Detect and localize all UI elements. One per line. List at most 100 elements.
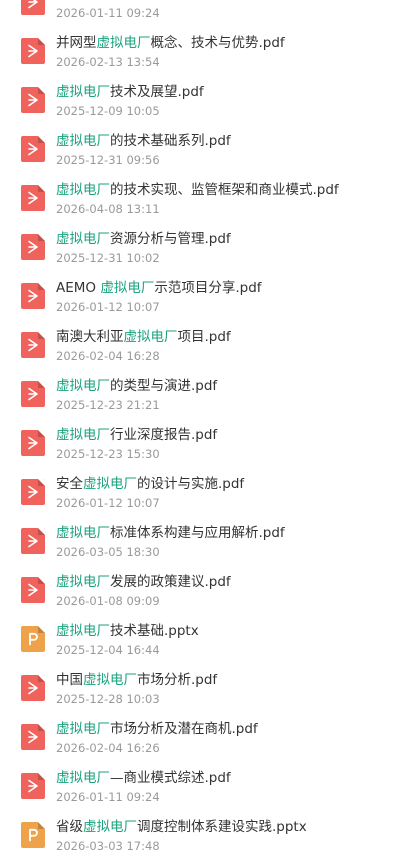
search-highlight: 虚拟电厂 — [56, 427, 110, 443]
file-date: 2026-01-08 09:09 — [56, 594, 160, 608]
pdf-file-icon — [21, 136, 45, 162]
file-name-suffix: 项目.pdf — [177, 329, 231, 345]
file-name: 安全虚拟电厂的设计与实施.pdf — [56, 475, 244, 493]
file-date: 2025-12-31 09:56 — [56, 153, 160, 167]
file-list-item[interactable]: 中国虚拟电厂市场分析.pdf 2025-12-28 10:03 — [0, 666, 415, 715]
file-list-item[interactable]: 虚拟电厂发展的政策建议.pdf 2026-01-08 09:09 — [0, 568, 415, 617]
file-name-suffix: 技术基础.pptx — [110, 623, 199, 639]
pdf-file-icon — [21, 577, 45, 603]
file-name: 虚拟电厂标准体系构建与应用解析.pdf — [56, 524, 285, 542]
file-date: 2026-02-04 16:28 — [56, 349, 160, 363]
file-list-item[interactable]: 虚拟电厂的技术实现、监管框架和商业模式.pdf 2026-04-08 13:11 — [0, 176, 415, 225]
file-date: 2025-12-04 16:44 — [56, 643, 160, 657]
file-list-item[interactable]: 虚拟电厂—商业模式综述.pdf 2026-01-11 09:24 — [0, 764, 415, 813]
search-highlight: 虚拟电厂 — [56, 623, 110, 639]
file-name-suffix: 市场分析.pdf — [137, 672, 218, 688]
pdf-file-icon — [21, 0, 45, 15]
file-list-item[interactable]: 省级虚拟电厂调度控制体系建设实践.pptx 2026-03-03 17:48 — [0, 813, 415, 862]
file-name-prefix: 安全 — [56, 476, 83, 492]
search-highlight: 虚拟电厂 — [56, 770, 110, 786]
file-list-item[interactable]: AEMO 虚拟电厂示范项目分享.pdf 2026-01-12 10:07 — [0, 274, 415, 323]
file-date: 2026-01-11 09:24 — [56, 6, 160, 20]
pdf-file-icon — [21, 724, 45, 750]
file-name-suffix: 标准体系构建与应用解析.pdf — [110, 525, 285, 541]
file-list-item[interactable]: 虚拟电厂市场分析及潜在商机.pdf 2026-02-04 16:26 — [0, 715, 415, 764]
file-name-suffix: 的类型与演进.pdf — [110, 378, 218, 394]
file-date: 2026-04-08 13:11 — [56, 202, 160, 216]
file-name-suffix: 的设计与实施.pdf — [137, 476, 245, 492]
pptx-file-icon — [21, 626, 45, 652]
file-name: 虚拟电厂行业深度报告.pdf — [56, 426, 217, 444]
file-name: 中国虚拟电厂市场分析.pdf — [56, 671, 217, 689]
search-highlight: 虚拟电厂 — [56, 133, 110, 149]
search-highlight: 虚拟电厂 — [56, 721, 110, 737]
file-name-prefix: 并网型 — [56, 35, 97, 51]
file-name: 省级虚拟电厂调度控制体系建设实践.pptx — [56, 818, 307, 836]
search-highlight: 虚拟电厂 — [83, 672, 137, 688]
pdf-file-icon — [21, 185, 45, 211]
file-name-suffix: 的技术基础系列.pdf — [110, 133, 231, 149]
file-name-suffix: 调度控制体系建设实践.pptx — [137, 819, 307, 835]
file-date: 2026-02-13 13:54 — [56, 55, 160, 69]
file-name-suffix: 示范项目分享.pdf — [154, 280, 262, 296]
file-name: 虚拟电厂资源分析与管理.pdf — [56, 230, 231, 248]
file-name-suffix: 的技术实现、监管框架和商业模式.pdf — [110, 182, 339, 198]
file-name-suffix: —商业模式综述.pdf — [110, 770, 231, 786]
pptx-file-icon — [21, 822, 45, 848]
file-list-item[interactable]: 虚拟电厂资源分析与管理.pdf 2025-12-31 10:02 — [0, 225, 415, 274]
pdf-file-icon — [21, 332, 45, 358]
search-highlight: 虚拟电厂 — [56, 84, 110, 100]
pdf-file-icon — [21, 430, 45, 456]
file-list-item[interactable]: 并网型虚拟电厂概念、技术与优势.pdf 2026-02-13 13:54 — [0, 29, 415, 78]
search-highlight: 虚拟电厂 — [96, 35, 151, 51]
file-list-item[interactable]: 虚拟电厂技术及展望.pdf 2025-12-09 10:05 — [0, 78, 415, 127]
file-name-suffix: 资源分析与管理.pdf — [110, 231, 231, 247]
file-date: 2025-12-23 21:21 — [56, 398, 160, 412]
file-name: 虚拟电厂的技术实现、监管框架和商业模式.pdf — [56, 181, 339, 199]
file-list-item[interactable]: 虚拟电厂行业深度报告.pdf 2025-12-23 15:30 — [0, 421, 415, 470]
file-name: 虚拟电厂技术及展望.pdf — [56, 83, 204, 101]
file-list: 2026-01-11 09:24 并网型虚拟电厂概念、技术与优势.pdf 2026-… — [0, 0, 415, 862]
file-list-item[interactable]: 虚拟电厂技术基础.pptx 2025-12-04 16:44 — [0, 617, 415, 666]
file-date: 2025-12-28 10:03 — [56, 692, 160, 706]
file-name-suffix: 技术及展望.pdf — [110, 84, 204, 100]
search-highlight: 虚拟电厂 — [56, 378, 110, 394]
pdf-file-icon — [21, 87, 45, 113]
file-name-prefix: 中国 — [56, 672, 83, 688]
pdf-file-icon — [21, 38, 45, 64]
file-date: 2026-01-12 10:07 — [56, 496, 160, 510]
file-list-item[interactable]: 南澳大利亚虚拟电厂项目.pdf 2026-02-04 16:28 — [0, 323, 415, 372]
file-name: 虚拟电厂的类型与演进.pdf — [56, 377, 217, 395]
pdf-file-icon — [21, 234, 45, 260]
file-name-prefix: AEMO — [56, 280, 101, 296]
pdf-file-icon — [21, 773, 45, 799]
file-date: 2026-03-05 18:30 — [56, 545, 160, 559]
file-date: 2026-01-11 09:24 — [56, 790, 160, 804]
file-date: 2026-01-12 10:07 — [56, 300, 160, 314]
file-name: 虚拟电厂技术基础.pptx — [56, 622, 199, 640]
file-date: 2026-02-04 16:26 — [56, 741, 160, 755]
pdf-file-icon — [21, 283, 45, 309]
file-list-item[interactable]: 安全虚拟电厂的设计与实施.pdf 2026-01-12 10:07 — [0, 470, 415, 519]
search-highlight: 虚拟电厂 — [56, 525, 110, 541]
pdf-file-icon — [21, 479, 45, 505]
file-name-prefix: 南澳大利亚 — [56, 329, 124, 345]
file-name-suffix: 市场分析及潜在商机.pdf — [110, 721, 258, 737]
file-list-item[interactable]: 2026-01-11 09:24 — [0, 0, 415, 29]
file-list-item[interactable]: 虚拟电厂的技术基础系列.pdf 2025-12-31 09:56 — [0, 127, 415, 176]
file-name-prefix: 省级 — [56, 819, 83, 835]
search-highlight: 虚拟电厂 — [56, 182, 110, 198]
search-highlight: 虚拟电厂 — [100, 280, 155, 296]
file-name: 虚拟电厂发展的政策建议.pdf — [56, 573, 231, 591]
pdf-file-icon — [21, 381, 45, 407]
file-name-suffix: 行业深度报告.pdf — [110, 427, 218, 443]
file-list-item[interactable]: 虚拟电厂的类型与演进.pdf 2025-12-23 21:21 — [0, 372, 415, 421]
file-name: AEMO 虚拟电厂示范项目分享.pdf — [56, 279, 262, 297]
file-list-item[interactable]: 虚拟电厂标准体系构建与应用解析.pdf 2026-03-05 18:30 — [0, 519, 415, 568]
file-name: 虚拟电厂的技术基础系列.pdf — [56, 132, 231, 150]
pdf-file-icon — [21, 528, 45, 554]
search-highlight: 虚拟电厂 — [83, 476, 137, 492]
search-highlight: 虚拟电厂 — [83, 819, 137, 835]
file-name: 虚拟电厂市场分析及潜在商机.pdf — [56, 720, 258, 738]
file-name: 虚拟电厂—商业模式综述.pdf — [56, 769, 231, 787]
